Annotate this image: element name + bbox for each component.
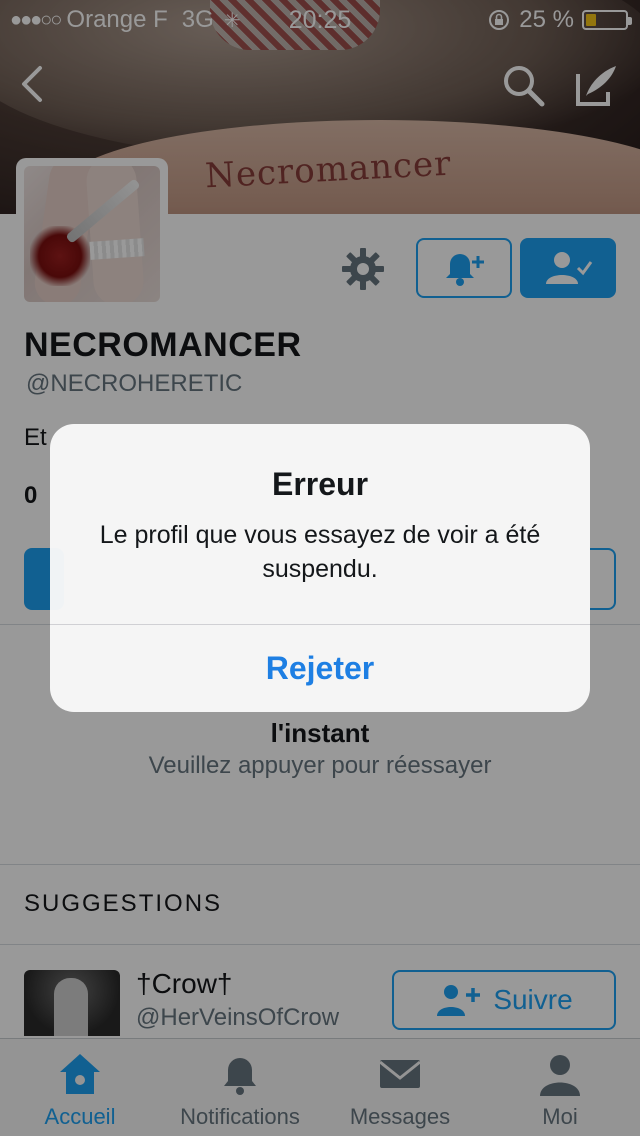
dismiss-button[interactable]: Rejeter [50,625,590,712]
alert-title: Erreur [271,466,369,502]
error-alert-dialog: Erreur Le profil que vous essayez de voi… [50,424,590,712]
alert-message: Le profil que vous essayez de voir a été… [99,521,541,583]
